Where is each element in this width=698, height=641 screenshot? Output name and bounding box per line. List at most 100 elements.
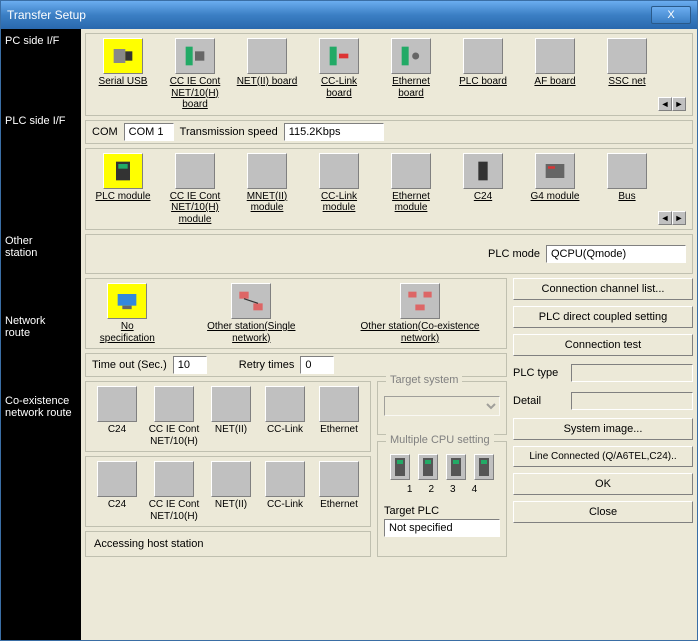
- cr-ccie[interactable]: CC IE Cont NET/10(H): [146, 461, 202, 522]
- scroll-right-icon[interactable]: ►: [672, 211, 686, 225]
- connection-test-button[interactable]: Connection test: [513, 334, 693, 356]
- plc-direct-coupled-button[interactable]: PLC direct coupled setting: [513, 306, 693, 328]
- system-image-button[interactable]: System image...: [513, 418, 693, 440]
- plc-c24[interactable]: C24: [452, 153, 514, 203]
- plc-module[interactable]: PLC module: [92, 153, 154, 203]
- connection-channel-list-button[interactable]: Connection channel list...: [513, 278, 693, 300]
- plc-cclink[interactable]: CC-Link module: [308, 153, 370, 214]
- cpu-num-1: 1: [407, 484, 413, 495]
- plc-board-icon: [463, 38, 503, 74]
- com-value[interactable]: COM 1: [124, 123, 174, 141]
- cr-ethernet-icon: [319, 461, 359, 497]
- detail-value: [571, 392, 693, 410]
- plc-ethernet-icon: [391, 153, 431, 189]
- cpu-4-icon[interactable]: [474, 454, 494, 480]
- timeout-value[interactable]: 10: [173, 356, 207, 374]
- sidebar-other-label: Other station: [1, 229, 81, 309]
- cclink-board-icon: [319, 38, 359, 74]
- window-title: Transfer Setup: [7, 8, 86, 22]
- retry-value[interactable]: 0: [300, 356, 334, 374]
- nr-ethernet[interactable]: Ethernet: [314, 386, 364, 436]
- scroll-left-icon[interactable]: ◄: [658, 211, 672, 225]
- nr-c24-icon: [97, 386, 137, 422]
- cr-c24[interactable]: C24: [92, 461, 142, 511]
- plc-type-value: [571, 364, 693, 382]
- pc-if-ethernet[interactable]: Ethernet board: [380, 38, 442, 99]
- other-station-row: No specification Other station(Single ne…: [85, 278, 507, 349]
- window: Transfer Setup X PC side I/F PLC side I/…: [0, 0, 698, 641]
- cpu-3-icon[interactable]: [446, 454, 466, 480]
- line-connected-button[interactable]: Line Connected (Q/A6TEL,C24)..: [513, 446, 693, 467]
- cr-cclink[interactable]: CC-Link: [260, 461, 310, 511]
- sidebar-net-label: Network route: [1, 309, 81, 389]
- speed-label: Transmission speed: [180, 126, 278, 138]
- network-route-row: C24 CC IE Cont NET/10(H) NET(II) CC-Link…: [85, 381, 371, 452]
- nr-cclink[interactable]: CC-Link: [260, 386, 310, 436]
- plc-bus[interactable]: Bus: [596, 153, 658, 203]
- multi-cpu-group: Multiple CPU setting 1 2: [377, 441, 507, 557]
- plc-g4-icon: [535, 153, 575, 189]
- ssc-net-icon: [607, 38, 647, 74]
- plc-mode-value[interactable]: QCPU(Qmode): [546, 245, 686, 263]
- scroll-right-icon[interactable]: ►: [672, 97, 686, 111]
- retry-label: Retry times: [239, 359, 295, 371]
- coex-net-icon: [400, 283, 440, 319]
- pc-if-row: Serial USB CC IE Cont NET/10(H) board NE…: [85, 33, 693, 116]
- ethernet-board-icon: [391, 38, 431, 74]
- cr-netii[interactable]: NET(II): [206, 461, 256, 511]
- body: PC side I/F PLC side I/F Other station N…: [1, 29, 697, 640]
- plc-type-label: PLC type: [513, 367, 567, 379]
- nr-netii[interactable]: NET(II): [206, 386, 256, 436]
- cpu-num-4: 4: [472, 484, 478, 495]
- plc-mnetii-icon: [247, 153, 287, 189]
- plc-mnetii[interactable]: MNET(II) module: [236, 153, 298, 214]
- sidebar-pc-label: PC side I/F: [1, 29, 81, 109]
- scroll-left-icon[interactable]: ◄: [658, 97, 672, 111]
- pc-if-ssc-net[interactable]: SSC net: [596, 38, 658, 88]
- com-label: COM: [92, 126, 118, 138]
- cr-ethernet[interactable]: Ethernet: [314, 461, 364, 511]
- pc-if-netii[interactable]: NET(II) board: [236, 38, 298, 88]
- pc-if-serial-usb[interactable]: Serial USB: [92, 38, 154, 88]
- plc-ethernet[interactable]: Ethernet module: [380, 153, 442, 214]
- nr-cclink-icon: [265, 386, 305, 422]
- cpu-1-icon[interactable]: [390, 454, 410, 480]
- target-plc-value[interactable]: Not specified: [384, 519, 500, 537]
- timeout-label: Time out (Sec.): [92, 359, 167, 371]
- other-no-spec[interactable]: No specification: [92, 283, 163, 344]
- netii-board-icon: [247, 38, 287, 74]
- nr-netii-icon: [211, 386, 251, 422]
- lower-area: No specification Other station(Single ne…: [85, 278, 693, 557]
- nr-ethernet-icon: [319, 386, 359, 422]
- status-text: Accessing host station: [85, 531, 371, 557]
- cr-ccie-icon: [154, 461, 194, 497]
- nr-ccie[interactable]: CC IE Cont NET/10(H): [146, 386, 202, 447]
- single-net-icon: [231, 283, 271, 319]
- other-single-net[interactable]: Other station(Single network): [187, 283, 316, 344]
- cpu-num-3: 3: [450, 484, 456, 495]
- plc-mode-label: PLC mode: [488, 248, 540, 260]
- plc-cc-ie-cont[interactable]: CC IE Cont NET/10(H) module: [164, 153, 226, 226]
- close-button[interactable]: Close: [513, 501, 693, 523]
- pc-if-plc-board[interactable]: PLC board: [452, 38, 514, 88]
- sidebar-coex-label: Co-existence network route: [1, 389, 81, 425]
- pc-if-af-board[interactable]: AF board: [524, 38, 586, 88]
- main: Serial USB CC IE Cont NET/10(H) board NE…: [81, 29, 697, 640]
- no-spec-icon: [107, 283, 147, 319]
- cr-c24-icon: [97, 461, 137, 497]
- ok-button[interactable]: OK: [513, 473, 693, 495]
- speed-value[interactable]: 115.2Kbps: [284, 123, 384, 141]
- plc-cc-ie-icon: [175, 153, 215, 189]
- cr-cclink-icon: [265, 461, 305, 497]
- plc-g4[interactable]: G4 module: [524, 153, 586, 203]
- other-coex-net[interactable]: Other station(Co-existence network): [340, 283, 500, 344]
- pc-if-cclink[interactable]: CC-Link board: [308, 38, 370, 99]
- titlebar: Transfer Setup X: [1, 1, 697, 29]
- af-board-icon: [535, 38, 575, 74]
- nr-c24[interactable]: C24: [92, 386, 142, 436]
- plc-if-row: PLC module CC IE Cont NET/10(H) module M…: [85, 148, 693, 231]
- close-icon[interactable]: X: [651, 6, 691, 24]
- cpu-2-icon[interactable]: [418, 454, 438, 480]
- cc-ie-cont-icon: [175, 38, 215, 74]
- pc-if-cc-ie-cont[interactable]: CC IE Cont NET/10(H) board: [164, 38, 226, 111]
